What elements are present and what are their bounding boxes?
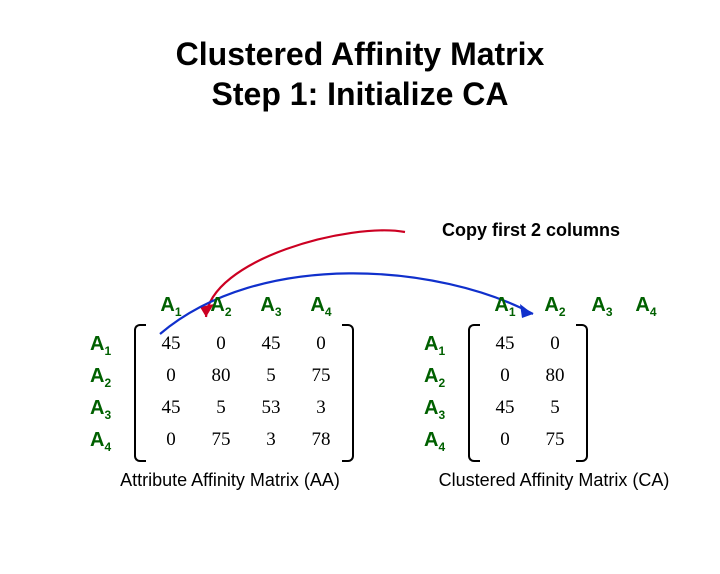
ca-cell: 5 (530, 392, 580, 424)
aa-col-header-2: A2 (196, 294, 246, 319)
aa-row-label-3: A3 (90, 392, 111, 424)
ca-cell: 0 (530, 328, 580, 360)
aa-col-header-1: A1 (146, 294, 196, 319)
aa-cell: 75 (196, 424, 246, 456)
aa-bracket-left (134, 324, 146, 462)
table-row: 0 75 3 78 (146, 424, 346, 456)
ca-cell: 80 (530, 360, 580, 392)
ca-cell: 45 (480, 328, 530, 360)
title-line-2: Step 1: Initialize CA (0, 74, 720, 114)
aa-cell: 5 (246, 360, 296, 392)
aa-grid: 45 0 45 0 0 80 5 75 45 5 53 3 0 75 3 7 (146, 328, 346, 456)
aa-row-label-1: A1 (90, 328, 111, 360)
ca-col-header-2: A2 (530, 294, 580, 319)
aa-col-header-3: A3 (246, 294, 296, 319)
aa-cell: 45 (246, 328, 296, 360)
ca-row-label-4: A4 (424, 424, 445, 456)
table-row: 0 80 5 75 (146, 360, 346, 392)
aa-cell: 53 (246, 392, 296, 424)
aa-row-labels: A1 A2 A3 A4 (90, 328, 111, 456)
ca-caption: Clustered Affinity Matrix (CA) (394, 470, 714, 491)
aa-cell: 0 (196, 328, 246, 360)
table-row: 45 5 53 3 (146, 392, 346, 424)
aa-col-headers: A1 A2 A3 A4 (146, 294, 346, 319)
aa-col-header-4: A4 (296, 294, 346, 319)
table-row: 45 0 45 0 (146, 328, 346, 360)
aa-cell: 0 (146, 360, 196, 392)
ca-cell: 0 (480, 424, 530, 456)
sub: 1 (175, 305, 182, 319)
aa-cell: 5 (196, 392, 246, 424)
aa-cell: 0 (296, 328, 346, 360)
ca-row-label-2: A2 (424, 360, 445, 392)
aa-cell: 45 (146, 328, 196, 360)
title-line-1: Clustered Affinity Matrix (0, 34, 720, 74)
aa-cell: 3 (296, 392, 346, 424)
ca-row-label-1: A1 (424, 328, 445, 360)
aa-cell: 80 (196, 360, 246, 392)
aa-caption: Attribute Affinity Matrix (AA) (80, 470, 380, 491)
slide-title: Clustered Affinity Matrix Step 1: Initia… (0, 34, 720, 114)
ca-col-header-1: A1 (480, 294, 530, 319)
ca-bracket-left (468, 324, 480, 462)
aa-cell: 45 (146, 392, 196, 424)
aa-cell: 75 (296, 360, 346, 392)
aa-cell: 3 (246, 424, 296, 456)
ca-col-header-4: A4 (624, 294, 668, 319)
ca-grid: 45 0 0 80 45 5 0 75 (480, 328, 580, 456)
table-row: 0 75 (480, 424, 580, 456)
ca-cell: 0 (480, 360, 530, 392)
ca-row-label-3: A3 (424, 392, 445, 424)
aa-row-label-2: A2 (90, 360, 111, 392)
ca-cell: 75 (530, 424, 580, 456)
ca-col-headers: A1 A2 A3 A4 (480, 294, 668, 319)
aa-cell: 0 (146, 424, 196, 456)
table-row: 0 80 (480, 360, 580, 392)
ca-cell: 45 (480, 392, 530, 424)
table-row: 45 0 (480, 328, 580, 360)
table-row: 45 5 (480, 392, 580, 424)
ca-col-header-3: A3 (580, 294, 624, 319)
copy-columns-annotation: Copy first 2 columns (442, 220, 620, 241)
aa-cell: 78 (296, 424, 346, 456)
ca-row-labels: A1 A2 A3 A4 (424, 328, 445, 456)
aa-row-label-4: A4 (90, 424, 111, 456)
